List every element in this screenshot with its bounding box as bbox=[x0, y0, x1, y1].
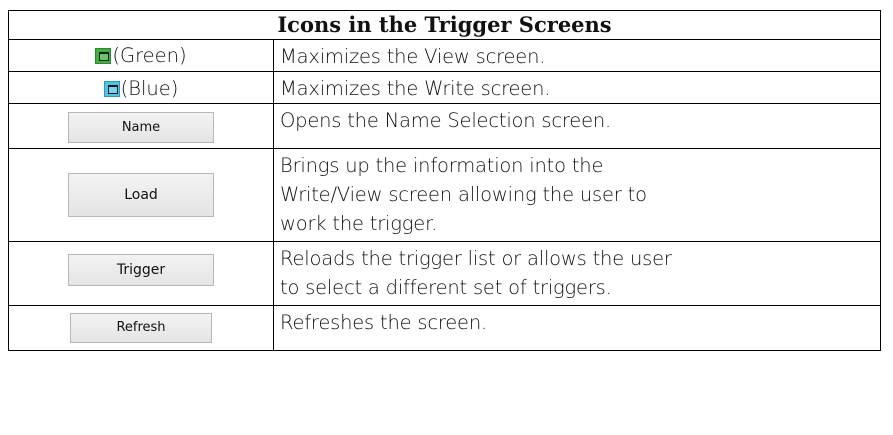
description-text: Refreshes the screen. bbox=[280, 311, 488, 334]
description-cell: Refreshes the screen. bbox=[273, 305, 881, 351]
description-cell: Brings up the information into the Write… bbox=[273, 148, 881, 242]
icon-cell: Trigger bbox=[8, 241, 274, 306]
table-title: Icons in the Trigger Screens bbox=[8, 10, 881, 40]
icon-cell: (Blue) bbox=[8, 71, 274, 104]
description-line: Brings up the information into the bbox=[280, 154, 604, 177]
table-title-row: Icons in the Trigger Screens bbox=[8, 10, 881, 40]
description-cell: Opens the Name Selection screen. bbox=[273, 103, 881, 149]
description-cell: Reloads the trigger list or allows the u… bbox=[273, 241, 881, 306]
description-text: Maximizes the Write screen. bbox=[280, 77, 551, 100]
table-row: (Blue) Maximizes the Write screen. bbox=[8, 71, 881, 104]
description-line: work the trigger. bbox=[280, 212, 438, 235]
table-row: Name Opens the Name Selection screen. bbox=[8, 103, 881, 149]
icon-label: (Blue) bbox=[120, 77, 179, 100]
blue-maximize-icon-group: (Blue) bbox=[103, 76, 179, 102]
refresh-button[interactable]: Refresh bbox=[70, 313, 212, 343]
description-text: Opens the Name Selection screen. bbox=[280, 109, 612, 132]
description-cell: Maximizes the Write screen. bbox=[273, 71, 881, 104]
blue-maximize-icon bbox=[103, 81, 120, 97]
table-row: Trigger Reloads the trigger list or allo… bbox=[8, 241, 881, 306]
table-row: Load Brings up the information into the … bbox=[8, 148, 881, 242]
green-maximize-icon bbox=[95, 48, 112, 64]
table-row: (Green) Maximizes the View screen. bbox=[8, 39, 881, 72]
name-button[interactable]: Name bbox=[68, 112, 214, 143]
load-button[interactable]: Load bbox=[68, 173, 214, 217]
table-row: Refresh Refreshes the screen. bbox=[8, 305, 881, 351]
description-line: to select a different set of triggers. bbox=[280, 276, 612, 299]
green-maximize-icon-group: (Green) bbox=[95, 43, 187, 69]
description-text: Maximizes the View screen. bbox=[280, 45, 546, 68]
description-text: Reloads the trigger list or allows the u… bbox=[274, 242, 880, 302]
trigger-button[interactable]: Trigger bbox=[68, 254, 214, 286]
description-cell: Maximizes the View screen. bbox=[273, 39, 881, 72]
icon-cell: Load bbox=[8, 148, 274, 242]
description-line: Reloads the trigger list or allows the u… bbox=[280, 247, 672, 270]
description-line: Write/View screen allowing the user to bbox=[280, 183, 647, 206]
icons-table: Icons in the Trigger Screens (Green) Max… bbox=[8, 10, 881, 351]
icon-cell: Refresh bbox=[8, 305, 274, 351]
description-text: Brings up the information into the Write… bbox=[274, 149, 880, 238]
icon-cell: Name bbox=[8, 103, 274, 149]
icon-label: (Green) bbox=[112, 44, 187, 67]
icon-cell: (Green) bbox=[8, 39, 274, 72]
